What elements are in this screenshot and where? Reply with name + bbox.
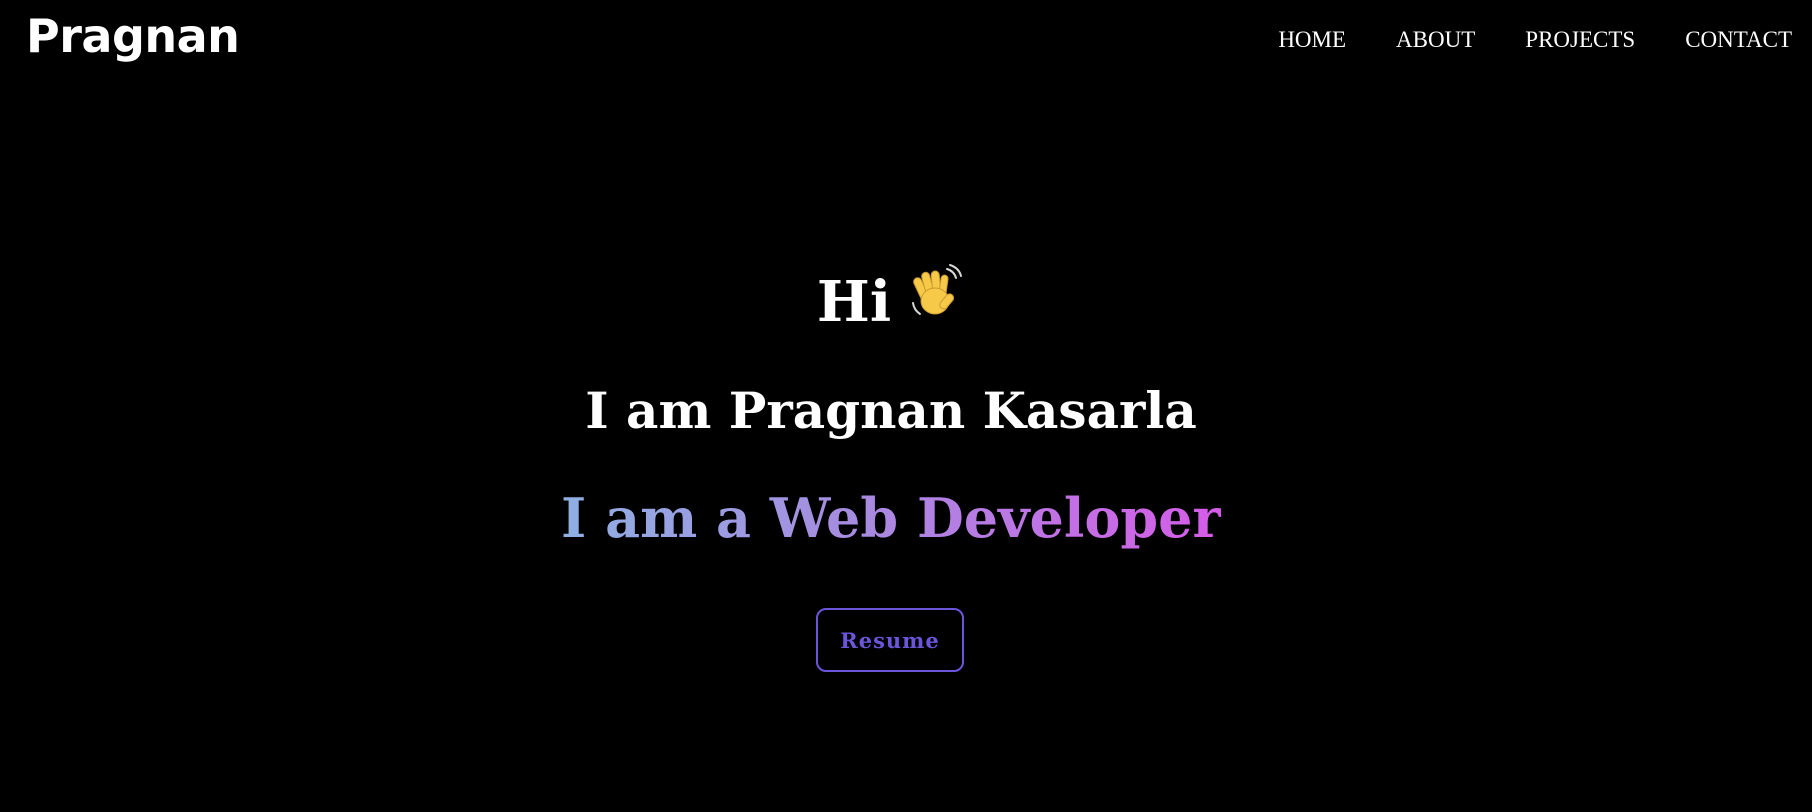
waving-hand-icon xyxy=(907,262,965,320)
role-gradient-text: I am a Web Developer xyxy=(561,486,1221,550)
hero-section: Hi I am Pragnan Kasarla I am a Web Devel… xyxy=(0,0,1812,812)
portfolio-page: Pragnan HOME ABOUT PROJECTS CONTACT Hi I… xyxy=(0,0,1812,812)
greeting-heading: Hi xyxy=(0,262,1782,342)
greeting-text: Hi xyxy=(816,269,892,335)
intro-heading: I am Pragnan Kasarla xyxy=(585,381,1197,440)
role-heading: I am a Web Developer xyxy=(0,478,1782,558)
resume-button[interactable]: Resume xyxy=(816,608,964,672)
